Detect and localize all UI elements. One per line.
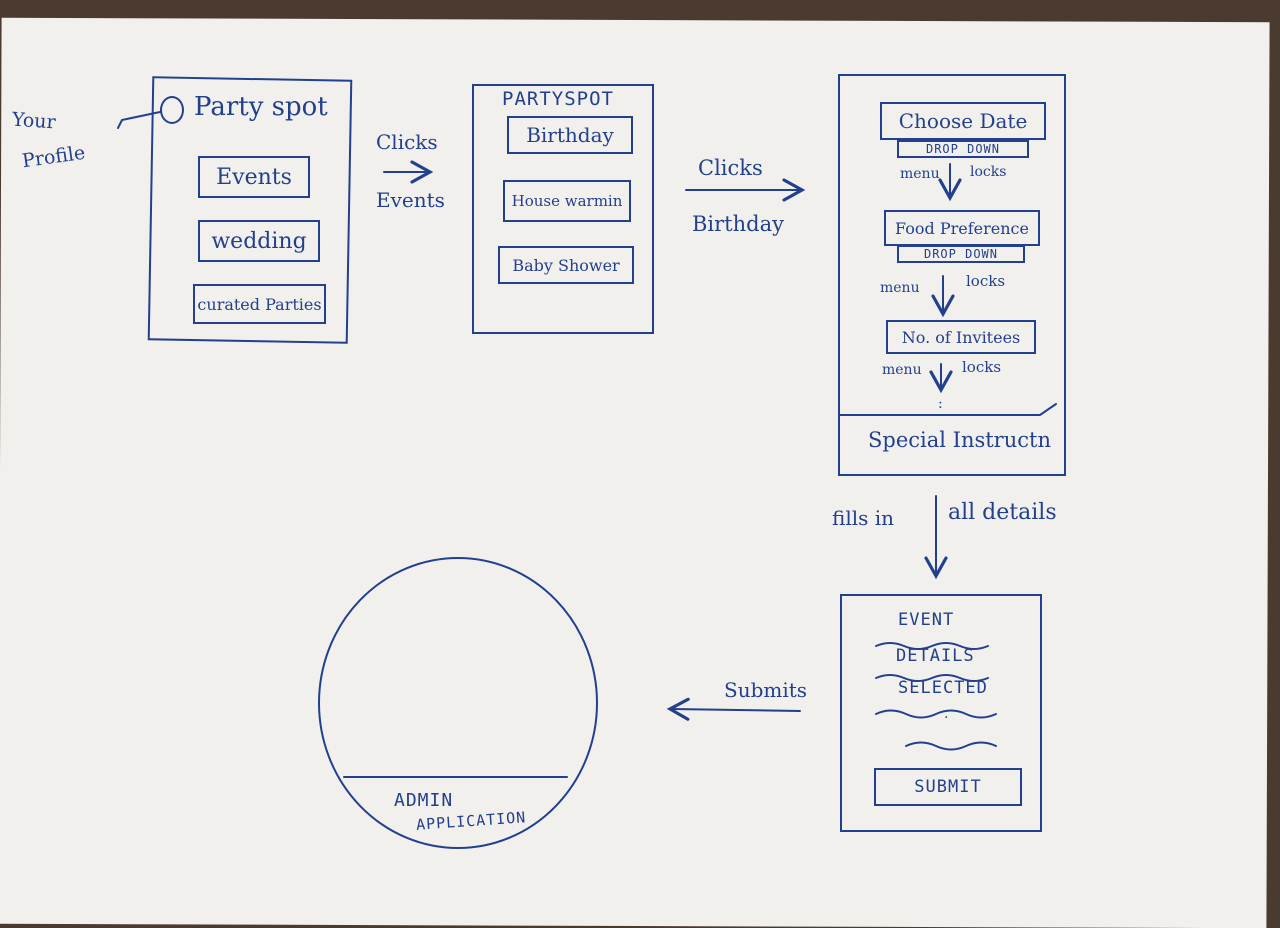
date-dropdown[interactable]: DROP DOWN (897, 140, 1029, 158)
arrow2-label-top: Clicks (698, 156, 763, 180)
profile-label-line1: Your (11, 108, 57, 134)
wedding-button[interactable]: wedding (198, 220, 320, 262)
baby-shower-button[interactable]: Baby Shower (498, 246, 634, 284)
date-note-right: locks (970, 164, 1007, 180)
arrow3-label-right: all details (948, 500, 1057, 525)
arrow2-label-bottom: Birthday (692, 212, 784, 236)
special-instructions-field[interactable]: Special Instructn (868, 428, 1051, 452)
circle-profile-icon[interactable] (160, 96, 184, 124)
birthday-button[interactable]: Birthday (507, 116, 633, 154)
house-warming-button[interactable]: House warmin (503, 180, 631, 222)
screen-home-title: Party spot (194, 92, 328, 122)
more-fields-ellipsis: : (938, 396, 943, 412)
arrow1-label-bottom: Events (376, 188, 445, 212)
summary-line-1: EVENT (898, 610, 955, 630)
invitees-note-left: menu (882, 362, 922, 378)
curated-parties-button[interactable]: curated Parties (193, 284, 326, 324)
submit-button[interactable]: SUBMIT (874, 768, 1022, 806)
summary-dot: . (944, 706, 949, 722)
events-button[interactable]: Events (198, 156, 310, 198)
screen-events-title: PARTYSPOT (502, 88, 614, 110)
invitees-note-right: locks (962, 358, 1002, 376)
arrow1-label-top: Clicks (376, 130, 438, 154)
food-note-right: locks (966, 272, 1006, 290)
arrow-submits (666, 697, 801, 721)
summary-line-3: SELECTED (898, 678, 988, 698)
food-dropdown[interactable]: DROP DOWN (897, 245, 1025, 263)
date-note-left: menu (900, 166, 940, 182)
summary-line-2: DETAILS (896, 646, 975, 666)
invitees-field[interactable]: No. of Invitees (886, 320, 1036, 354)
admin-circle (318, 557, 598, 849)
admin-label-line1: ADMIN (394, 790, 454, 811)
food-note-left: menu (880, 280, 920, 296)
choose-date-field[interactable]: Choose Date (880, 102, 1046, 140)
food-preference-field[interactable]: Food Preference (884, 210, 1040, 246)
arrow3-label-left: fills in (832, 506, 895, 530)
arrow4-label: Submits (724, 678, 808, 702)
